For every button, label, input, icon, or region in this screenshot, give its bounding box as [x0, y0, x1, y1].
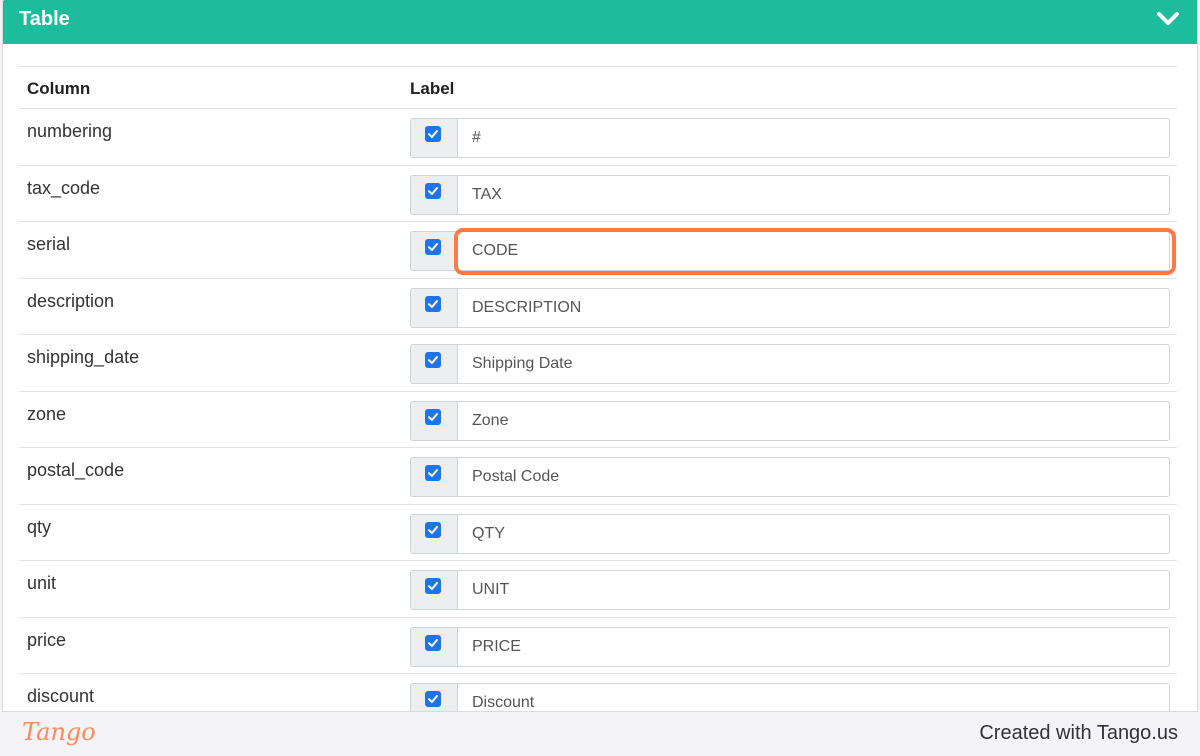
checkbox-postal_code[interactable]: [425, 465, 441, 481]
table-row: zone: [19, 392, 1177, 448]
checkbox-addon: [410, 626, 457, 667]
checkbox-serial[interactable]: [425, 239, 441, 255]
checkbox-addon: [410, 287, 457, 328]
checkbox-addon: [410, 683, 457, 711]
table-row: postal_code: [19, 448, 1177, 505]
column-name: shipping_date: [27, 347, 140, 367]
checkbox-addon: [410, 513, 457, 554]
column-name: serial: [27, 234, 71, 254]
panel-header[interactable]: Table: [3, 0, 1197, 44]
checkbox-description[interactable]: [425, 295, 441, 312]
label-input-description[interactable]: [457, 287, 1170, 328]
table-body: numbering tax_codeserial description shippi…: [19, 109, 1177, 711]
column-name: postal_code: [27, 460, 125, 480]
label-input-zone[interactable]: [457, 400, 1170, 441]
label-input-serial[interactable]: [457, 231, 1170, 271]
column-header: Column: [27, 79, 91, 98]
checkbox-numbering[interactable]: [425, 126, 441, 142]
panel-title: Table: [19, 8, 70, 30]
column-name: discount: [27, 686, 95, 706]
label-input-price[interactable]: [457, 626, 1170, 667]
checkbox-unit[interactable]: [425, 578, 441, 594]
table-row: price: [19, 618, 1177, 674]
column-name: numbering: [27, 121, 113, 141]
table-row: numbering: [19, 109, 1177, 166]
label-input-shipping_date[interactable]: [457, 344, 1170, 384]
checkmark-icon: [428, 582, 438, 590]
label-input-unit[interactable]: [457, 570, 1170, 610]
label-header: Label: [410, 79, 455, 98]
table-row: unit: [19, 561, 1177, 618]
checkmark-icon: [428, 469, 438, 477]
checkbox-addon: [410, 174, 457, 215]
checkmark-icon: [428, 186, 438, 195]
column-name: qty: [27, 516, 52, 537]
columns-table: Column Label numbering tax_codeserial desc…: [19, 66, 1177, 711]
checkbox-zone[interactable]: [425, 408, 441, 425]
table-settings-panel: Table Column Label numbering tax_codeseri…: [2, 0, 1198, 712]
checkbox-discount[interactable]: [425, 691, 441, 707]
table-row: tax_code: [19, 166, 1177, 222]
checkbox-addon: [410, 231, 457, 271]
checkmark-icon: [428, 130, 438, 138]
checkbox-addon: [410, 570, 457, 610]
table-row: discount: [19, 674, 1177, 711]
checkmark-icon: [428, 299, 438, 308]
checkbox-tax_code[interactable]: [425, 182, 441, 199]
checkmark-icon: [428, 638, 438, 647]
table-row: serial: [19, 222, 1177, 279]
label-input-postal_code[interactable]: [457, 457, 1170, 497]
label-input-discount[interactable]: [457, 683, 1170, 711]
checkbox-addon: [410, 344, 457, 384]
label-input-numbering[interactable]: [457, 118, 1170, 158]
label-input-tax_code[interactable]: [457, 174, 1170, 215]
column-name: zone: [27, 403, 67, 424]
checkmark-icon: [428, 695, 438, 703]
checkbox-qty[interactable]: [425, 521, 441, 538]
table-row: qty: [19, 505, 1177, 561]
column-name: unit: [27, 573, 57, 593]
column-name: price: [27, 629, 67, 650]
table-row: shipping_date: [19, 335, 1177, 392]
tango-logo: Tango: [22, 718, 96, 746]
credit-text: Created with Tango.us: [979, 722, 1178, 744]
table-row: description: [19, 279, 1177, 335]
label-input-qty[interactable]: [457, 513, 1170, 554]
checkbox-addon: [410, 400, 457, 441]
chevron-down-icon[interactable]: [1155, 8, 1181, 30]
checkbox-price[interactable]: [425, 634, 441, 651]
checkmark-icon: [428, 243, 438, 251]
checkbox-addon: [410, 118, 457, 158]
checkmark-icon: [428, 525, 438, 534]
footer: Tango Created with Tango.us: [0, 712, 1200, 756]
checkbox-addon: [410, 457, 457, 497]
column-name: tax_code: [27, 177, 101, 198]
checkmark-icon: [428, 356, 438, 364]
stage: Table Column Label numbering tax_codeseri…: [0, 0, 1200, 756]
column-name: description: [27, 290, 115, 311]
checkmark-icon: [428, 412, 438, 421]
table-header: Column Label: [19, 67, 1177, 109]
checkbox-shipping_date[interactable]: [425, 352, 441, 368]
